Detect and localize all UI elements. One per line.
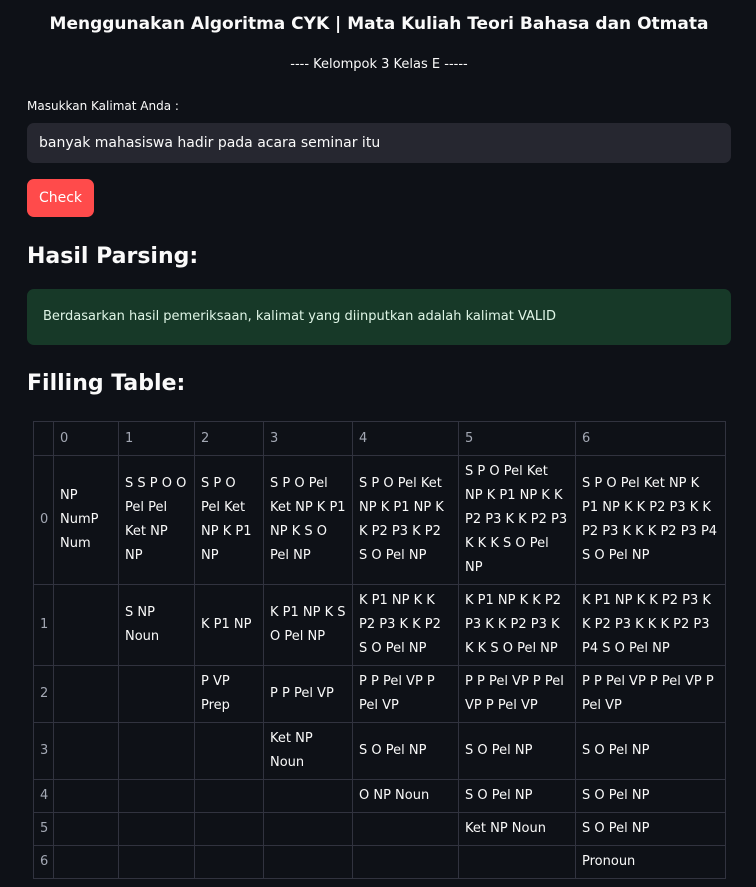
row-index: 1 xyxy=(33,584,54,666)
table-cell xyxy=(118,779,195,813)
table-row: 2 P VP Prep P P Pel VP P P Pel VP P Pel … xyxy=(33,665,726,723)
table-header-row: 0 1 2 3 4 5 6 xyxy=(33,421,726,456)
table-cell: S NP Noun xyxy=(118,584,195,666)
column-header[interactable]: 6 xyxy=(575,421,726,456)
table-row: 0 NP NumP Num S S P O O Pel Pel Ket NP N… xyxy=(33,455,726,585)
table-cell xyxy=(53,584,119,666)
row-index: 2 xyxy=(33,665,54,723)
table-cell: S P O Pel Ket NP K P1 NP K K P2 P3 K K P… xyxy=(575,455,726,585)
column-header[interactable]: 2 xyxy=(194,421,264,456)
table-cell: K P1 NP K K P2 P3 K K P2 P3 K K K S O Pe… xyxy=(458,584,576,666)
table-cell: P VP Prep xyxy=(194,665,264,723)
page-subtitle: ---- Kelompok 3 Kelas E ----- xyxy=(290,57,468,72)
table-cell: S O Pel NP xyxy=(352,722,459,780)
table-cell xyxy=(352,812,459,846)
row-index: 4 xyxy=(33,779,54,813)
table-cell: S S P O O Pel Pel Ket NP NP xyxy=(118,455,195,585)
column-header[interactable]: 1 xyxy=(118,421,195,456)
table-cell xyxy=(194,812,264,846)
check-button[interactable]: Check xyxy=(27,179,94,217)
sentence-input[interactable] xyxy=(27,123,731,163)
filling-table-heading: Filling Table: xyxy=(27,371,186,396)
table-cell xyxy=(118,845,195,879)
table-row: 5 Ket NP Noun S O Pel NP xyxy=(33,812,726,846)
table-cell: K P1 NP K K P2 P3 K K P2 P3 K K K P2 P3 … xyxy=(575,584,726,666)
table-cell: S P O Pel Ket NP K P1 NP xyxy=(194,455,264,585)
table-cell xyxy=(53,845,119,879)
table-cell: NP NumP Num xyxy=(53,455,119,585)
column-header[interactable]: 5 xyxy=(458,421,576,456)
table-cell xyxy=(263,845,353,879)
table-cell: S O Pel NP xyxy=(575,722,726,780)
parsing-heading: Hasil Parsing: xyxy=(27,244,199,269)
table-cell: K P1 NP K S O Pel NP xyxy=(263,584,353,666)
table-cell: K P1 NP K K P2 P3 K K P2 S O Pel NP xyxy=(352,584,459,666)
sentence-input-label: Masukkan Kalimat Anda : xyxy=(27,99,179,113)
table-row: 1 S NP Noun K P1 NP K P1 NP K S O Pel NP… xyxy=(33,584,726,666)
table-cell xyxy=(118,722,195,780)
table-cell: Ket NP Noun xyxy=(458,812,576,846)
table-corner-cell xyxy=(33,421,54,456)
table-cell xyxy=(458,845,576,879)
table-cell: S O Pel NP xyxy=(575,779,726,813)
table-cell xyxy=(263,812,353,846)
table-row: 6 Pronoun xyxy=(33,845,726,879)
table-cell xyxy=(263,779,353,813)
table-cell: S P O Pel Ket NP K P1 NP K S O Pel NP xyxy=(263,455,353,585)
table-cell: P P Pel VP P Pel VP xyxy=(352,665,459,723)
row-index: 0 xyxy=(33,455,54,585)
table-cell: K P1 NP xyxy=(194,584,264,666)
column-header[interactable]: 3 xyxy=(263,421,353,456)
table-cell xyxy=(118,665,195,723)
page-title: Menggunakan Algoritma CYK | Mata Kuliah … xyxy=(49,14,709,34)
table-cell: S O Pel NP xyxy=(575,812,726,846)
table-cell xyxy=(53,779,119,813)
table-cell xyxy=(53,812,119,846)
table-cell: Ket NP Noun xyxy=(263,722,353,780)
table-cell xyxy=(194,845,264,879)
table-cell: S P O Pel Ket NP K P1 NP K K P2 P3 K P2 … xyxy=(352,455,459,585)
table-cell: P P Pel VP xyxy=(263,665,353,723)
table-cell xyxy=(194,722,264,780)
table-cell: O NP Noun xyxy=(352,779,459,813)
table-cell: Pronoun xyxy=(575,845,726,879)
table-cell xyxy=(53,722,119,780)
row-index: 3 xyxy=(33,722,54,780)
table-row: 4 O NP Noun S O Pel NP S O Pel NP xyxy=(33,779,726,813)
row-index: 6 xyxy=(33,845,54,879)
table-cell xyxy=(53,665,119,723)
table-cell: S P O Pel Ket NP K P1 NP K K P2 P3 K K P… xyxy=(458,455,576,585)
table-cell: S O Pel NP xyxy=(458,779,576,813)
cyk-filling-table: 0 1 2 3 4 5 6 0 NP NumP Num S S P O O Pe… xyxy=(33,421,726,879)
table-cell: P P Pel VP P Pel VP P Pel VP xyxy=(458,665,576,723)
table-cell: P P Pel VP P Pel VP P Pel VP xyxy=(575,665,726,723)
row-index: 5 xyxy=(33,812,54,846)
table-cell xyxy=(118,812,195,846)
table-cell: S O Pel NP xyxy=(458,722,576,780)
column-header[interactable]: 4 xyxy=(352,421,459,456)
table-cell xyxy=(194,779,264,813)
table-row: 3 Ket NP Noun S O Pel NP S O Pel NP S O … xyxy=(33,722,726,780)
table-cell xyxy=(352,845,459,879)
parsing-result-alert: Berdasarkan hasil pemeriksaan, kalimat y… xyxy=(27,289,731,345)
column-header[interactable]: 0 xyxy=(53,421,119,456)
